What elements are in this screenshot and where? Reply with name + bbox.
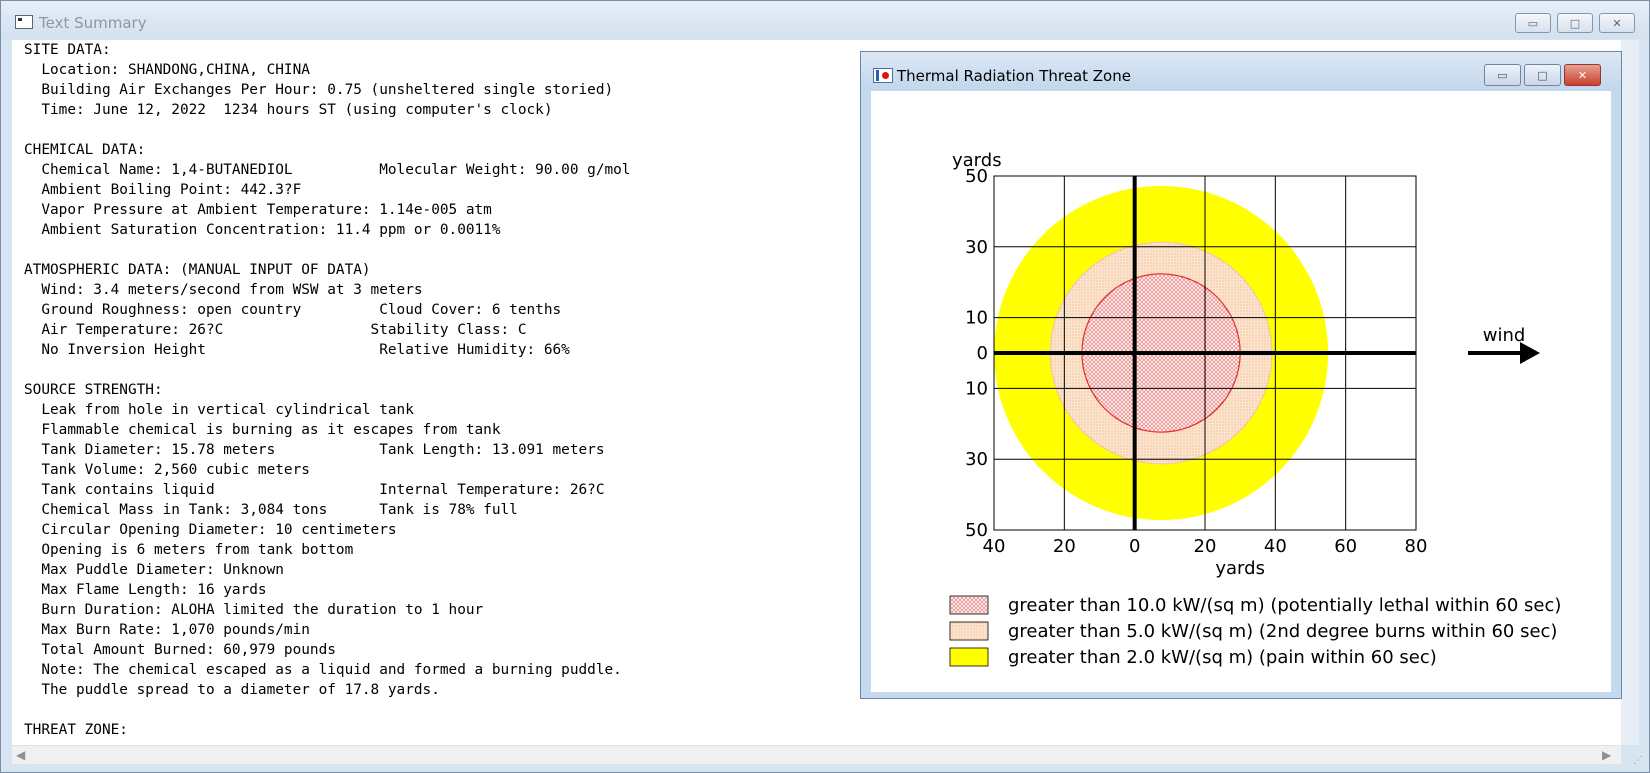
legend-swatch [949,595,989,615]
threat-zone-chart: 40 20 0 20 40 60 805030100103050yardsyardswind… [949,150,1561,668]
summary-line [24,360,630,380]
summary-line: ATMOSPHERIC DATA: (MANUAL INPUT OF DATA) [24,262,371,278]
scroll-right-arrow-icon[interactable]: ▶ [1602,748,1611,762]
summary-line [24,240,630,260]
summary-line: Opening is 6 meters from tank bottom [24,542,354,558]
summary-line: Max Flame Length: 16 yards [24,582,267,598]
x-tick-label: 40 [1264,536,1287,557]
maximize-button[interactable]: □ [1557,13,1593,33]
summary-line: Ambient Saturation Concentration: 11.4 p… [24,222,501,238]
resize-grip-icon[interactable]: ⋰ [1633,755,1643,766]
x-tick-label: 0 [1129,536,1140,557]
summary-line: Note: The chemical escaped as a liquid a… [24,662,622,678]
threat-zone-app-icon [873,68,893,83]
summary-line: Wind: 3.4 meters/second from WSW at 3 me… [24,282,423,298]
vertical-scrollbar[interactable] [1621,40,1639,745]
legend-label: greater than 2.0 kW/(sq m) (pain within … [1008,647,1437,668]
x-tick-label: 80 [1405,536,1428,557]
summary-line: Burn Duration: ALOHA limited the duratio… [24,602,484,618]
summary-line: Vapor Pressure at Ambient Temperature: 1… [24,202,492,218]
summary-line: No Inversion Height Relative Humidity: 6… [24,342,570,358]
x-tick-label: 60 [1334,536,1357,557]
summary-line: THREAT ZONE: [24,722,128,738]
threat-zone-close-button[interactable]: ✕ [1564,64,1601,86]
legend-swatch [949,621,989,641]
summary-line: Chemical Name: 1,4-BUTANEDIOL Molecular … [24,162,631,178]
y-tick-label: 10 [965,378,988,399]
threat-zone-window: Thermal Radiation Threat Zone ▭ □ ✕ 40 20… [860,51,1622,699]
legend-swatch [949,647,989,667]
summary-line [24,120,630,140]
threat-zone-title-bar[interactable]: Thermal Radiation Threat Zone ▭ □ ✕ [861,52,1621,90]
threat-zone-minimize-button[interactable]: ▭ [1484,64,1521,86]
summary-line: Chemical Mass in Tank: 3,084 tons Tank i… [24,502,518,518]
wind-label: wind [1483,325,1526,346]
threat-zone-plot-area: 40 20 0 20 40 60 80 50 30 10 0 10 30 50 yards yards wind… [871,91,1611,692]
x-tick-label: 20 [1194,536,1217,557]
summary-line: Air Temperature: 26?C Stability Class: C [24,322,527,338]
summary-line: Tank Volume: 2,560 cubic meters [24,462,310,478]
x-axis-label: yards [1215,558,1265,579]
summary-line: Circular Opening Diameter: 10 centimeter… [24,522,397,538]
y-tick-label: 50 [965,520,988,541]
y-axis-label: yards [952,150,1002,171]
summary-line: Building Air Exchanges Per Hour: 0.75 (u… [24,82,614,98]
summary-line: Total Amount Burned: 60,979 pounds [24,642,336,658]
summary-line: Tank Diameter: 15.78 meters Tank Length:… [24,442,605,458]
app-icon [15,15,33,29]
y-tick-label: 10 [965,308,988,329]
summary-line: Max Puddle Diameter: Unknown [24,562,284,578]
summary-line [24,700,630,720]
summary-line: CHEMICAL DATA: [24,142,146,158]
y-tick-label: 30 [965,237,988,258]
threat-zone-title: Thermal Radiation Threat Zone [897,67,1131,85]
title-bar[interactable]: Text Summary ▭ □ ✕ [1,1,1649,39]
legend-label: greater than 5.0 kW/(sq m) (2nd degree b… [1008,621,1557,642]
summary-line: Time: June 12, 2022 1234 hours ST (using… [24,102,553,118]
y-tick-label: 30 [965,449,988,470]
summary-line: Tank contains liquid Internal Temperatur… [24,482,605,498]
summary-line: SITE DATA: [24,42,111,58]
summary-line: Leak from hole in vertical cylindrical t… [24,402,414,418]
summary-line: Ground Roughness: open country Cloud Cov… [24,302,562,318]
summary-line: Ambient Boiling Point: 442.3?F [24,182,302,198]
threat-zone-maximize-button[interactable]: □ [1524,64,1561,86]
horizontal-scrollbar[interactable]: ◀ ▶ [12,745,1621,764]
summary-line: Flammable chemical is burning as it esca… [24,422,501,438]
legend-label: greater than 10.0 kW/(sq m) (potentially… [1008,595,1561,616]
close-button[interactable]: ✕ [1599,13,1635,33]
summary-line: Location: SHANDONG,CHINA, CHINA [24,62,310,78]
summary-text: SITE DATA: Location: SHANDONG,CHINA, CHI… [24,40,630,740]
summary-line: Max Burn Rate: 1,070 pounds/min [24,622,310,638]
window-title: Text Summary [39,14,147,32]
x-tick-label: 20 [1053,536,1076,557]
summary-line: The puddle spread to a diameter of 17.8 … [24,682,440,698]
scroll-left-arrow-icon[interactable]: ◀ [16,748,25,762]
summary-line: SOURCE STRENGTH: [24,382,163,398]
minimize-button[interactable]: ▭ [1515,13,1551,33]
y-tick-label: 0 [977,343,988,364]
